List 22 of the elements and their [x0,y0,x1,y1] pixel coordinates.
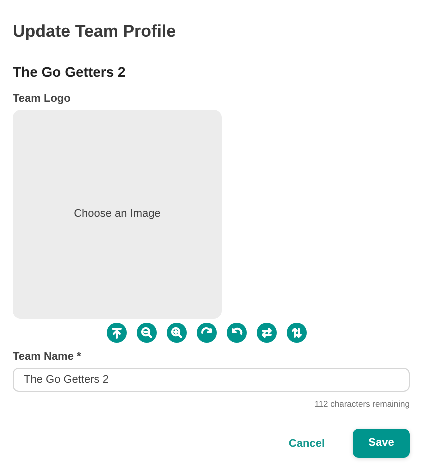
character-count: 112 characters remaining [314,398,410,411]
cancel-button[interactable]: Cancel [288,428,325,460]
upload-icon [111,326,123,339]
image-drop-area[interactable]: Choose an Image [13,110,222,319]
team-heading: The Go Getters 2 [13,64,127,82]
drop-prompt: Choose an Image [74,206,161,222]
zoom-out-icon [141,326,153,339]
field-label: Team Logo [13,92,72,108]
zoom-in-icon [171,326,183,339]
dialog-title: Update Team Profile [13,22,178,42]
flip-vertical-button[interactable] [287,322,307,343]
save-button[interactable]: Save [353,428,410,458]
upload-button[interactable] [107,322,127,343]
swap-arrows-icon [261,326,273,339]
rotate-left-button[interactable] [227,322,247,343]
zoom-out-button[interactable] [137,322,157,343]
up-down-arrows-icon [291,326,303,339]
rotate-right-button[interactable] [197,322,217,343]
field-label: Team Name * [13,350,82,365]
flip-horizontal-button[interactable] [257,322,277,343]
team-name-input[interactable]: The Go Getters 2 [13,368,410,392]
zoom-in-button[interactable] [167,322,187,343]
